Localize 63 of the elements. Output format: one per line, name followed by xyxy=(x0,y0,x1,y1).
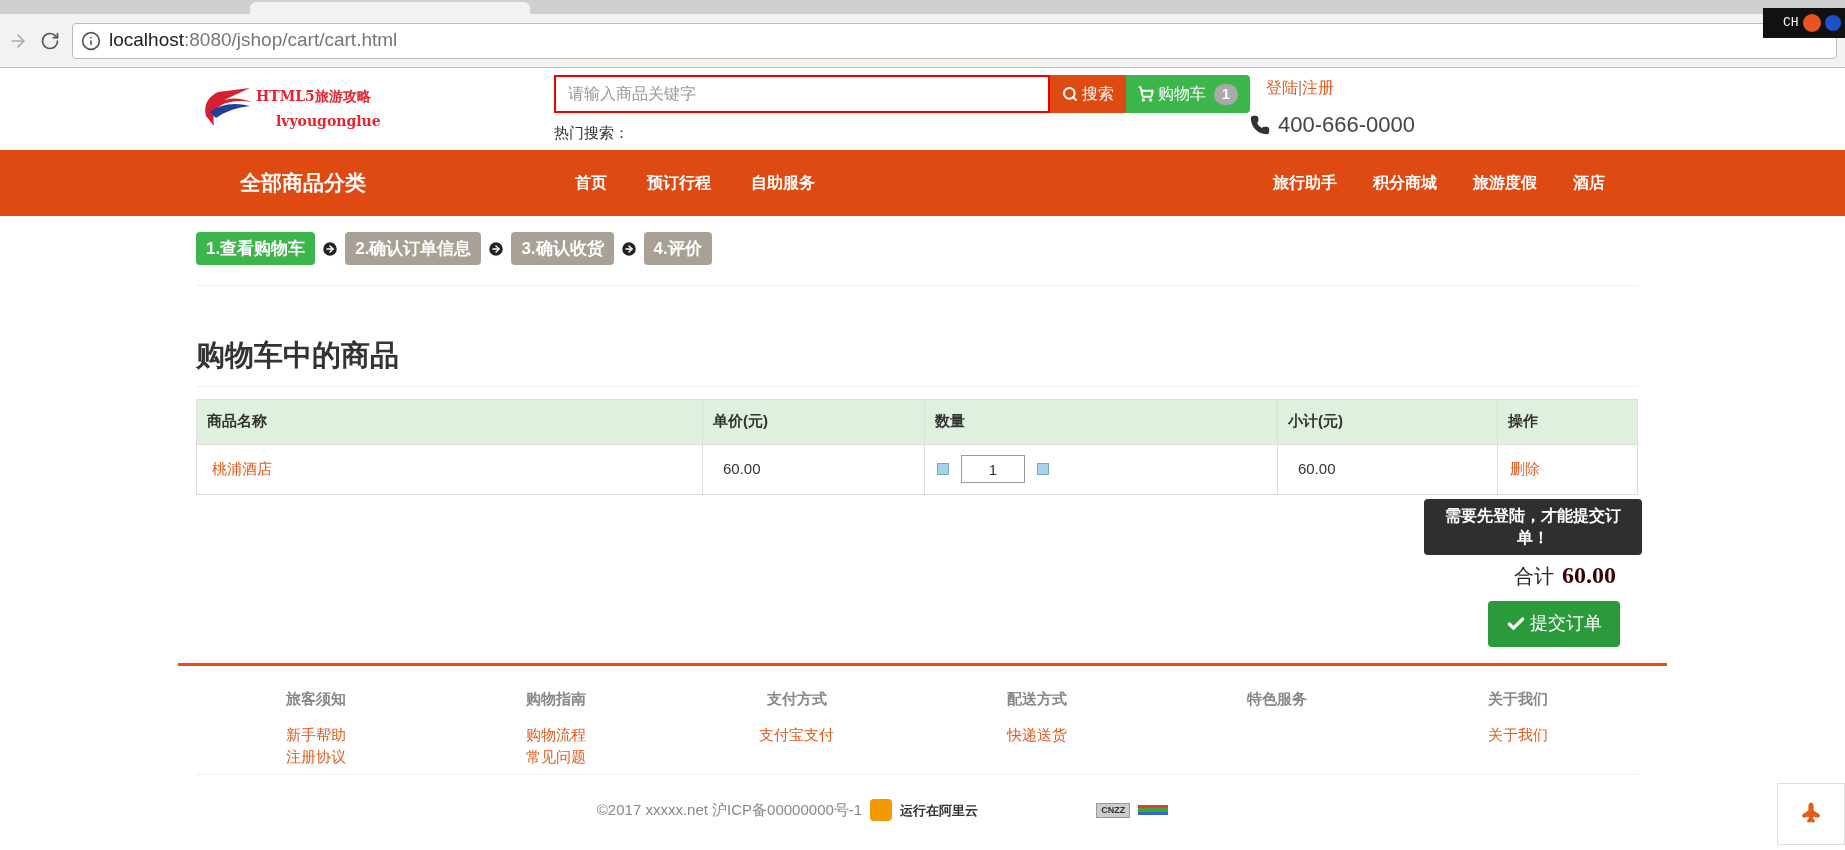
quantity-field[interactable]: 1 xyxy=(961,455,1025,483)
footer-title: 购物指南 xyxy=(526,688,587,709)
search-icon xyxy=(1062,86,1078,102)
phone-number: 400-666-0000 xyxy=(1278,111,1415,139)
column-header: 数量 xyxy=(925,399,1278,444)
step-tab[interactable]: 4.评价 xyxy=(643,232,712,265)
subtotal-cell: 60.00 xyxy=(1278,444,1498,494)
total-label: 合计 xyxy=(1514,563,1554,589)
footer-link[interactable]: 常见问题 xyxy=(526,746,587,768)
hot-search-label: 热门搜索： xyxy=(554,123,630,143)
copyright-text: ©2017 xxxxx.net 沪ICP备00000000号-1 xyxy=(596,800,863,820)
separator: | xyxy=(1298,79,1303,96)
nav-link[interactable]: 旅游度假 xyxy=(1473,171,1537,195)
search-field[interactable]: 请输入商品关键字 xyxy=(554,75,1050,113)
logo-title: HTML5旅游攻略 xyxy=(256,87,372,106)
nav-link[interactable]: 积分商城 xyxy=(1373,171,1437,195)
column-header: 操作 xyxy=(1507,411,1539,432)
cart-button[interactable]: 购物车 1 xyxy=(1126,75,1250,113)
login-link[interactable]: 登陆 xyxy=(1266,79,1298,96)
search-button[interactable]: 搜索 xyxy=(1050,75,1126,113)
nav-link[interactable]: 自助服务 xyxy=(751,171,815,195)
step-tab[interactable]: 2.确认订单信息 xyxy=(345,232,482,265)
reload-icon[interactable] xyxy=(40,30,60,51)
nav-link[interactable]: 首页 xyxy=(575,171,607,195)
nav-link[interactable]: 旅行助手 xyxy=(1273,171,1337,195)
stats-badge[interactable]: CNZZ xyxy=(1096,802,1131,818)
footer-link[interactable]: 购物流程 xyxy=(526,724,587,746)
category-menu[interactable]: 全部商品分类 xyxy=(240,167,575,199)
submit-order-button[interactable]: 提交订单 xyxy=(1488,600,1620,647)
delete-link[interactable]: 删除 xyxy=(1510,457,1540,481)
register-link[interactable]: 注册 xyxy=(1302,79,1335,96)
price-cell: 60.00 xyxy=(703,444,925,494)
tooltip: 需要先登陆，才能提交订单！ xyxy=(1424,498,1642,555)
footer-title: 旅客须知 xyxy=(286,688,347,709)
column-header: 单价(元) xyxy=(703,399,925,444)
page-heading: 购物车中的商品 xyxy=(196,334,1638,387)
footer-link[interactable]: 关于我们 xyxy=(1487,724,1548,746)
column-header: 小计(元) xyxy=(1278,399,1498,444)
footer-link[interactable]: 快递送货 xyxy=(1007,724,1068,746)
footer-title: 关于我们 xyxy=(1487,688,1548,709)
nav-link[interactable]: 预订行程 xyxy=(647,171,711,195)
stats-stripes-icon xyxy=(1138,805,1169,816)
cloud-logo-icon xyxy=(870,799,893,822)
cart-icon xyxy=(1138,86,1154,102)
step-tab[interactable]: 3.确认收货 xyxy=(511,232,614,265)
logo-subtitle: lvyougonglue xyxy=(276,112,381,131)
cart-count-badge: 1 xyxy=(1214,83,1238,105)
footer-title: 配送方式 xyxy=(1007,688,1068,709)
footer-title: 特色服务 xyxy=(1247,688,1308,709)
phone-icon xyxy=(1250,114,1270,135)
footer-link[interactable]: 注册协议 xyxy=(286,746,347,768)
back-to-top-button[interactable] xyxy=(1777,783,1845,845)
footer-title: 支付方式 xyxy=(766,688,827,709)
info-icon[interactable] xyxy=(81,30,101,51)
total-value: 60.00 xyxy=(1562,560,1616,590)
hosting-text: 运行在阿里云 xyxy=(900,801,979,820)
footer-link[interactable]: 支付宝支付 xyxy=(759,724,835,746)
nav-link[interactable]: 酒店 xyxy=(1573,171,1605,195)
product-link[interactable]: 桃浦酒店 xyxy=(212,457,272,481)
url-text: localhost:8080/jshop/cart/cart.html xyxy=(109,28,398,53)
step-tab[interactable]: 1.查看购物车 xyxy=(196,232,316,265)
column-header: 商品名称 xyxy=(197,399,703,444)
footer-link[interactable]: 新手帮助 xyxy=(286,724,347,746)
